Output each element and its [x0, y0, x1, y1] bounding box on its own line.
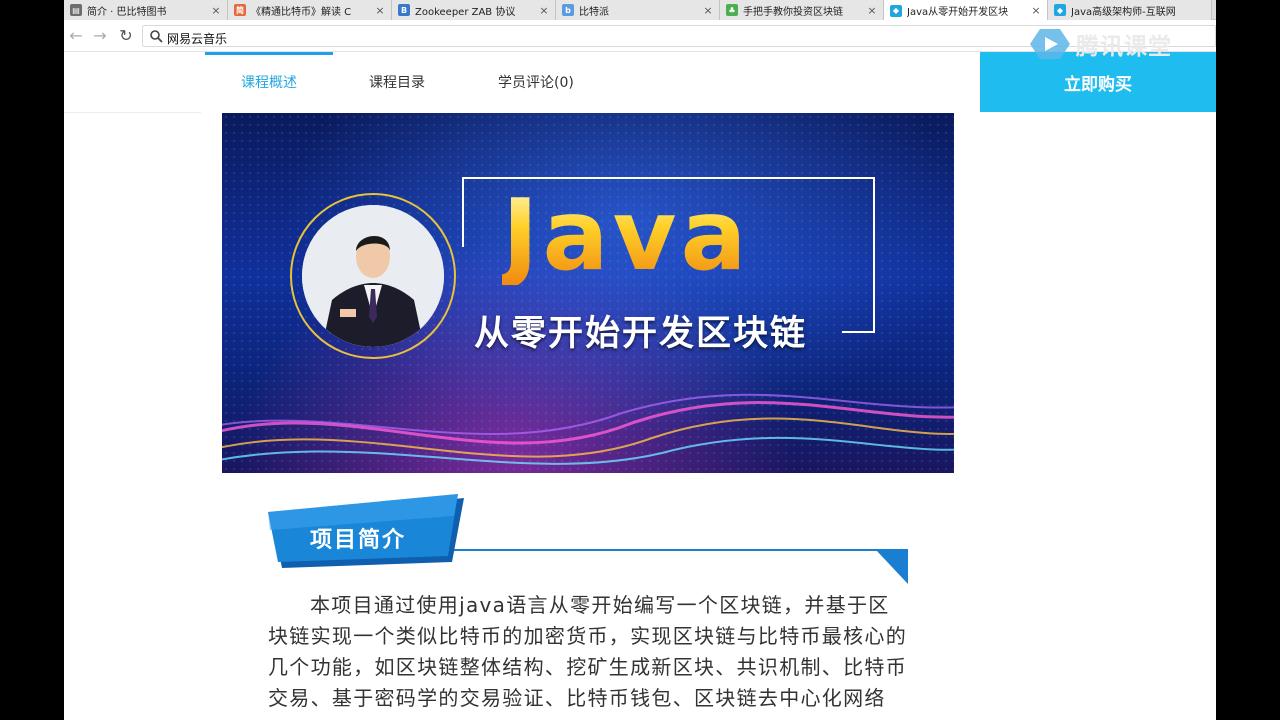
active-tab-indicator: [205, 52, 333, 55]
tencent-classroom-logo: 腾讯课堂: [1030, 26, 1172, 62]
brand-label: 腾讯课堂: [1076, 34, 1172, 60]
divider: [64, 112, 201, 113]
browser-tab[interactable]: b 比特派 ×: [556, 0, 720, 20]
close-icon[interactable]: ×: [375, 4, 385, 17]
course-banner: Java 从零开始开发区块链: [222, 113, 954, 473]
b-icon: B: [398, 4, 410, 16]
browser-tab[interactable]: 简 《精通比特币》解读 C ×: [228, 0, 392, 20]
browser-tab-active[interactable]: ◆ Java从零开始开发区块 ×: [884, 0, 1048, 21]
banner-title: Java: [502, 179, 751, 293]
tab-course-overview[interactable]: 课程概述: [241, 72, 297, 92]
tab-label: Java从零开始开发区块: [907, 7, 1009, 18]
tab-student-reviews[interactable]: 学员评论(0): [498, 72, 574, 92]
banner-light-waves: [222, 393, 954, 465]
close-icon[interactable]: ×: [539, 4, 549, 17]
leaf-icon: ♣: [726, 4, 738, 16]
close-icon[interactable]: ×: [1031, 4, 1041, 17]
browser-tab[interactable]: ▤ 简介 · 巴比特图书 ×: [64, 0, 228, 20]
title-frame-bottom: [842, 331, 875, 333]
forward-icon[interactable]: →: [90, 26, 110, 46]
browser-tab[interactable]: ♣ 手把手教你投资区块链 ×: [720, 0, 884, 20]
tencent-icon: ◆: [890, 4, 902, 17]
close-icon[interactable]: ×: [703, 4, 713, 17]
tencent-icon: ◆: [1054, 4, 1066, 16]
tab-label: 比特派: [579, 6, 609, 18]
search-icon: [150, 30, 163, 43]
back-icon[interactable]: ←: [66, 26, 86, 46]
tab-label: Zookeeper ZAB 协议: [415, 6, 516, 18]
book-icon: ▤: [70, 4, 82, 16]
close-icon[interactable]: ×: [211, 4, 221, 17]
address-text: 网易云音乐: [167, 32, 228, 46]
close-icon[interactable]: ×: [867, 4, 877, 17]
project-intro-text: 本项目通过使用java语言从零开始编写一个区块链，并基于区块链实现一个类似比特币…: [268, 593, 907, 710]
banner-subtitle: 从零开始开发区块链: [474, 314, 808, 354]
jian-icon: 简: [234, 4, 246, 16]
tab-label: Java高级架构师-互联网: [1071, 6, 1176, 18]
play-logo-icon: [1030, 29, 1070, 59]
b-icon: b: [562, 4, 574, 16]
section-title: 项目简介: [310, 528, 407, 553]
instructor-photo: [302, 205, 444, 347]
title-frame-left: [462, 177, 464, 247]
section-header: 项目简介: [264, 490, 912, 590]
tab-label: 《精通比特币》解读 C: [251, 6, 352, 18]
reload-icon[interactable]: ↻: [116, 26, 136, 46]
tab-label: 简介 · 巴比特图书: [87, 6, 167, 18]
tab-course-catalog[interactable]: 课程目录: [369, 72, 425, 92]
browser-tab[interactable]: ◆ Java高级架构师-互联网: [1048, 0, 1212, 20]
browser-tab[interactable]: B Zookeeper ZAB 协议 ×: [392, 0, 556, 20]
tab-strip: ▤ 简介 · 巴比特图书 × 简 《精通比特币》解读 C × B Zookeep…: [64, 0, 1216, 21]
instructor-figure: [302, 205, 444, 347]
browser-window: ▤ 简介 · 巴比特图书 × 简 《精通比特币》解读 C × B Zookeep…: [64, 0, 1216, 720]
tab-label: 手把手教你投资区块链: [743, 6, 843, 18]
